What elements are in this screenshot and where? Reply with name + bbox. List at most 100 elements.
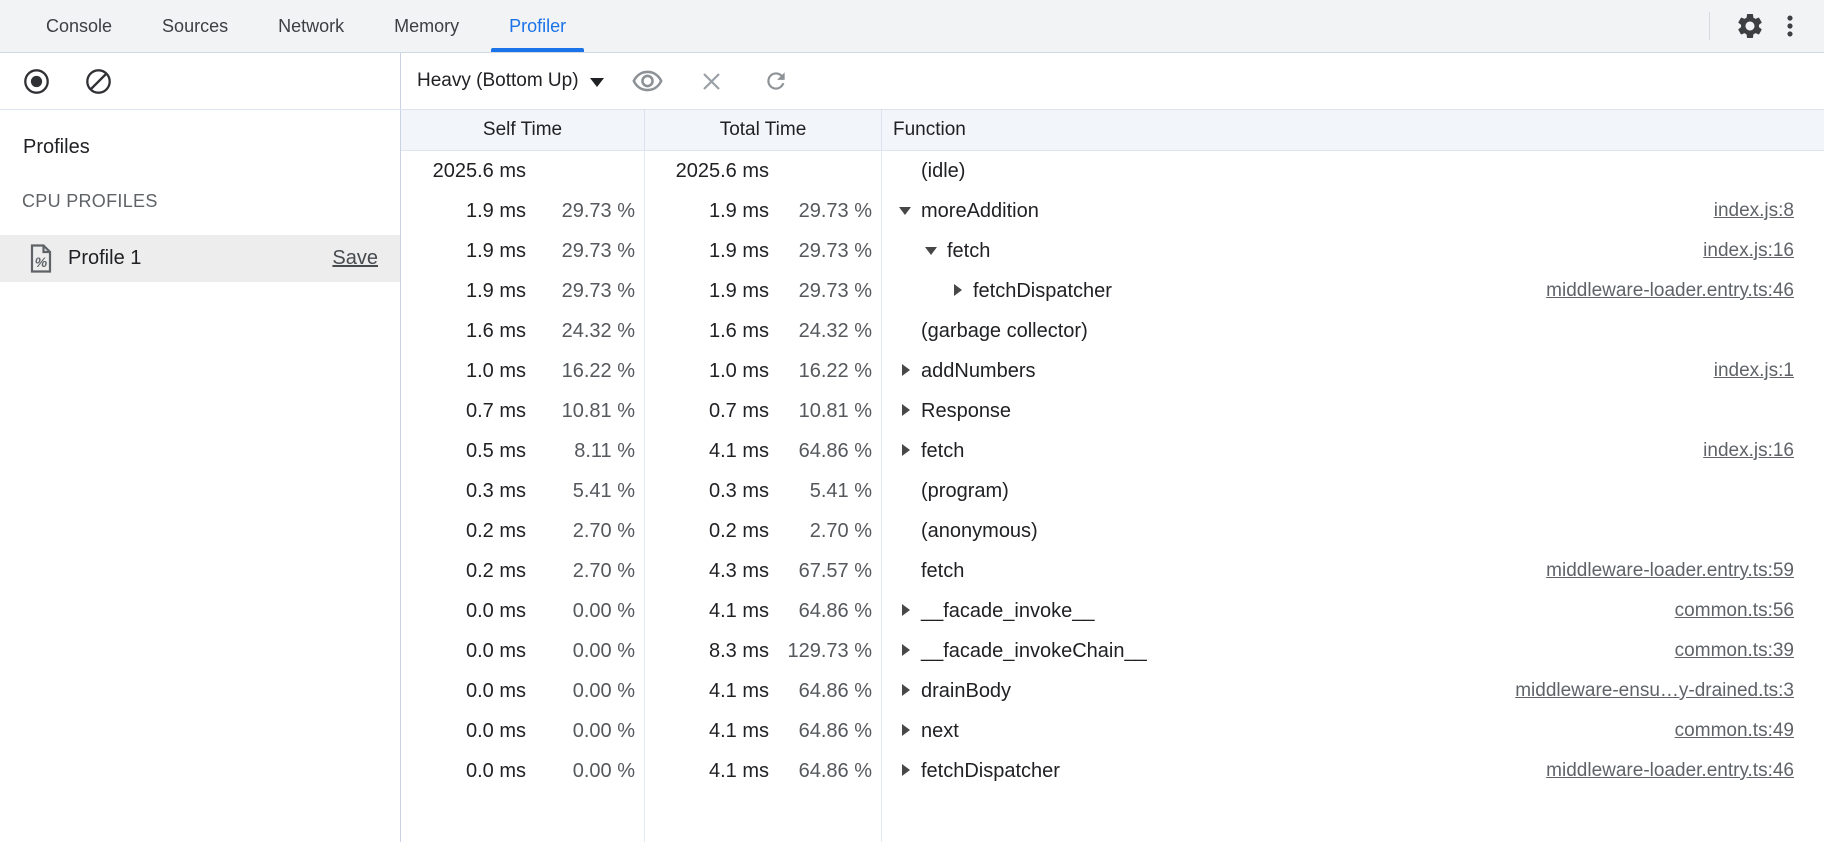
svg-text:%: %	[35, 254, 48, 270]
save-profile-link[interactable]: Save	[332, 247, 378, 270]
function-name: fetch	[921, 440, 964, 463]
function-name: drainBody	[921, 680, 1011, 703]
function-cell: addNumbers index.js:1	[882, 351, 1824, 391]
function-name: moreAddition	[921, 200, 1039, 223]
total-time-percent: 64.86 %	[769, 720, 881, 743]
source-link[interactable]: middleware-loader.entry.ts:59	[1546, 560, 1824, 582]
tabbar-right	[1709, 0, 1824, 52]
function-name: Response	[921, 400, 1011, 423]
table-row[interactable]: 0.7 ms 10.81 % 0.7 ms 10.81 % Response	[401, 391, 1824, 431]
table-row[interactable]: 0.0 ms 0.00 % 4.1 ms 64.86 % fetchDispat…	[401, 751, 1824, 791]
tab-profiler[interactable]: Profiler	[484, 0, 591, 52]
tree-expand-icon[interactable]	[899, 364, 912, 378]
function-name: fetchDispatcher	[973, 280, 1112, 303]
self-time-ms: 1.9 ms	[401, 280, 526, 303]
function-name: (program)	[921, 480, 1009, 503]
tree-expand-icon[interactable]	[899, 764, 912, 778]
table-row[interactable]: 0.5 ms 8.11 % 4.1 ms 64.86 % fetch index…	[401, 431, 1824, 471]
self-time-percent: 24.32 %	[526, 320, 644, 343]
tabbar-divider	[1709, 12, 1710, 40]
clear-button[interactable]	[78, 61, 118, 101]
source-link[interactable]: index.js:8	[1714, 200, 1824, 222]
total-time-percent: 64.86 %	[769, 680, 881, 703]
tree-expand-icon[interactable]	[925, 244, 938, 258]
tree-expand-icon[interactable]	[899, 604, 912, 618]
table-row[interactable]: 1.9 ms 29.73 % 1.9 ms 29.73 % moreAdditi…	[401, 191, 1824, 231]
source-link[interactable]: middleware-loader.entry.ts:46	[1546, 280, 1824, 302]
table-row[interactable]: 1.0 ms 16.22 % 1.0 ms 16.22 % addNumbers…	[401, 351, 1824, 391]
tree-expand-icon[interactable]	[899, 644, 912, 658]
total-time-ms: 1.0 ms	[645, 360, 769, 383]
total-time-cell: 2025.6 ms	[645, 151, 882, 191]
total-time-percent: 24.32 %	[769, 320, 881, 343]
live-view-button[interactable]	[628, 61, 668, 101]
function-name: addNumbers	[921, 360, 1036, 383]
total-time-ms: 4.1 ms	[645, 760, 769, 783]
total-time-cell: 0.7 ms 10.81 %	[645, 391, 882, 431]
self-time-cell: 2025.6 ms	[401, 151, 645, 191]
table-row[interactable]: 1.6 ms 24.32 % 1.6 ms 24.32 % (garbage c…	[401, 311, 1824, 351]
tab-network[interactable]: Network	[253, 0, 369, 52]
devtools-window: ConsoleSourcesNetworkMemoryProfiler	[0, 0, 1824, 842]
record-button[interactable]	[16, 61, 56, 101]
source-link[interactable]: middleware-ensu…y-drained.ts:3	[1515, 680, 1824, 702]
source-link[interactable]: common.ts:56	[1675, 600, 1824, 622]
table-row[interactable]: 1.9 ms 29.73 % 1.9 ms 29.73 % fetch inde…	[401, 231, 1824, 271]
table-row[interactable]: 0.3 ms 5.41 % 0.3 ms 5.41 % (program)	[401, 471, 1824, 511]
more-options-button[interactable]	[1770, 6, 1810, 46]
function-cell: (program)	[882, 471, 1824, 511]
self-time-ms: 0.7 ms	[401, 400, 526, 423]
sidebar-item-profile-1[interactable]: % Profile 1 Save	[0, 235, 400, 282]
self-time-cell: 1.0 ms 16.22 %	[401, 351, 645, 391]
total-time-cell: 4.1 ms 64.86 %	[645, 591, 882, 631]
source-link[interactable]: index.js:1	[1714, 360, 1824, 382]
function-cell: fetchDispatcher middleware-loader.entry.…	[882, 271, 1824, 311]
delete-profile-button[interactable]	[692, 61, 732, 101]
filler-total-col	[645, 791, 882, 842]
profile-view-toolbar: Heavy (Bottom Up)	[401, 53, 1824, 109]
function-cell: __facade_invoke__ common.ts:56	[882, 591, 1824, 631]
source-link[interactable]: middleware-loader.entry.ts:46	[1546, 760, 1824, 782]
tree-expand-icon[interactable]	[899, 684, 912, 698]
cpu-profiles-section-label: CPU PROFILES	[0, 158, 400, 212]
total-time-cell: 4.1 ms 64.86 %	[645, 671, 882, 711]
table-row[interactable]: 0.0 ms 0.00 % 4.1 ms 64.86 % next common…	[401, 711, 1824, 751]
column-header-self-time[interactable]: Self Time	[401, 110, 645, 150]
tree-expand-icon[interactable]	[951, 284, 964, 298]
source-link[interactable]: common.ts:39	[1675, 640, 1824, 662]
function-cell: fetch index.js:16	[882, 231, 1824, 271]
self-time-percent: 0.00 %	[526, 760, 644, 783]
function-cell: __facade_invokeChain__ common.ts:39	[882, 631, 1824, 671]
view-mode-select[interactable]: Heavy (Bottom Up)	[417, 70, 604, 92]
self-time-percent: 29.73 %	[526, 280, 644, 303]
gear-icon	[1735, 11, 1765, 41]
sidebar-heading: Profiles	[0, 110, 400, 158]
total-time-ms: 4.1 ms	[645, 600, 769, 623]
table-row[interactable]: 0.0 ms 0.00 % 4.1 ms 64.86 % drainBody m…	[401, 671, 1824, 711]
refresh-button[interactable]	[756, 61, 796, 101]
tab-sources[interactable]: Sources	[137, 0, 253, 52]
table-row[interactable]: 0.2 ms 2.70 % 0.2 ms 2.70 % (anonymous)	[401, 511, 1824, 551]
total-time-percent: 64.86 %	[769, 440, 881, 463]
chevron-down-icon	[590, 78, 604, 87]
tree-indent	[899, 291, 951, 292]
self-time-cell: 0.7 ms 10.81 %	[401, 391, 645, 431]
eye-icon	[632, 69, 663, 93]
table-row[interactable]: 2025.6 ms 2025.6 ms (idle)	[401, 151, 1824, 191]
tab-console[interactable]: Console	[21, 0, 137, 52]
source-link[interactable]: index.js:16	[1703, 440, 1824, 462]
column-header-total-time[interactable]: Total Time	[645, 110, 882, 150]
tree-expand-icon[interactable]	[899, 204, 912, 218]
source-link[interactable]: index.js:16	[1703, 240, 1824, 262]
source-link[interactable]: common.ts:49	[1675, 720, 1824, 742]
tree-expand-icon[interactable]	[899, 724, 912, 738]
table-row[interactable]: 0.0 ms 0.00 % 8.3 ms 129.73 % __facade_i…	[401, 631, 1824, 671]
table-row[interactable]: 0.0 ms 0.00 % 4.1 ms 64.86 % __facade_in…	[401, 591, 1824, 631]
table-row[interactable]: 0.2 ms 2.70 % 4.3 ms 67.57 % fetch middl…	[401, 551, 1824, 591]
settings-button[interactable]	[1730, 6, 1770, 46]
tab-memory[interactable]: Memory	[369, 0, 484, 52]
table-row[interactable]: 1.9 ms 29.73 % 1.9 ms 29.73 % fetchDispa…	[401, 271, 1824, 311]
tree-expand-icon[interactable]	[899, 444, 912, 458]
tree-expand-icon[interactable]	[899, 404, 912, 418]
column-header-function[interactable]: Function	[882, 110, 1824, 150]
